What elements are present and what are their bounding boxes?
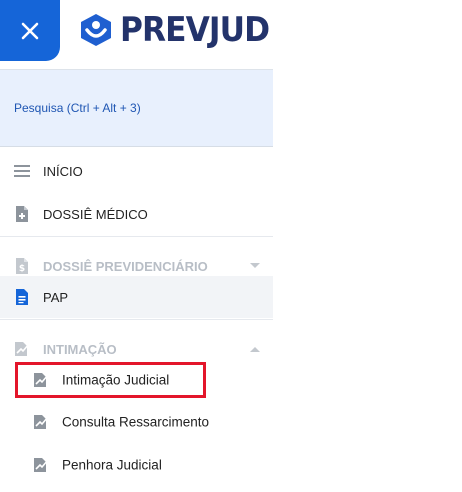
logo-text: PREVJUD <box>120 10 270 50</box>
menu-item-dossie-medico[interactable]: DOSSIÊ MÉDICO <box>0 193 273 235</box>
highlight-annotation <box>15 362 206 398</box>
menu-item-label: DOSSIÊ PREVIDENCIÁRIO <box>43 258 208 274</box>
submenu-item-consulta-ressarcimento[interactable]: Consulta Ressarcimento <box>0 401 273 443</box>
signature-icon <box>15 342 30 356</box>
close-menu-button[interactable] <box>0 0 60 61</box>
submenu-item-label: Consulta Ressarcimento <box>62 414 210 430</box>
divider <box>0 236 273 237</box>
search-label[interactable]: Pesquisa (Ctrl + Alt + 3) <box>14 101 141 115</box>
menu-item-pap[interactable]: PAP <box>0 276 273 318</box>
money-document-icon: $ <box>16 258 28 274</box>
menu-icon <box>14 165 30 177</box>
signature-icon <box>34 458 49 472</box>
submenu-item-label: Penhora Judicial <box>62 457 162 473</box>
medical-document-icon <box>16 206 28 222</box>
search-panel[interactable]: Pesquisa (Ctrl + Alt + 3) <box>0 70 273 147</box>
chevron-up-icon <box>250 347 260 352</box>
menu-item-label: PAP <box>43 289 69 305</box>
divider <box>0 319 273 320</box>
menu-item-label: INTIMAÇÃO <box>43 341 117 357</box>
menu-item-label: DOSSIÊ MÉDICO <box>43 206 148 222</box>
chevron-down-icon <box>250 263 260 268</box>
logo-emblem-icon <box>81 14 111 46</box>
menu-item-inicio[interactable]: INÍCIO <box>0 150 273 192</box>
close-icon <box>21 22 39 39</box>
document-icon <box>16 289 28 305</box>
prevjud-logo: PREVJUD <box>78 10 282 50</box>
svg-text:$: $ <box>19 264 25 274</box>
menu-item-label: INÍCIO <box>43 163 83 179</box>
submenu-item-penhora-judicial[interactable]: Penhora Judicial <box>0 444 273 486</box>
signature-icon <box>34 415 49 429</box>
